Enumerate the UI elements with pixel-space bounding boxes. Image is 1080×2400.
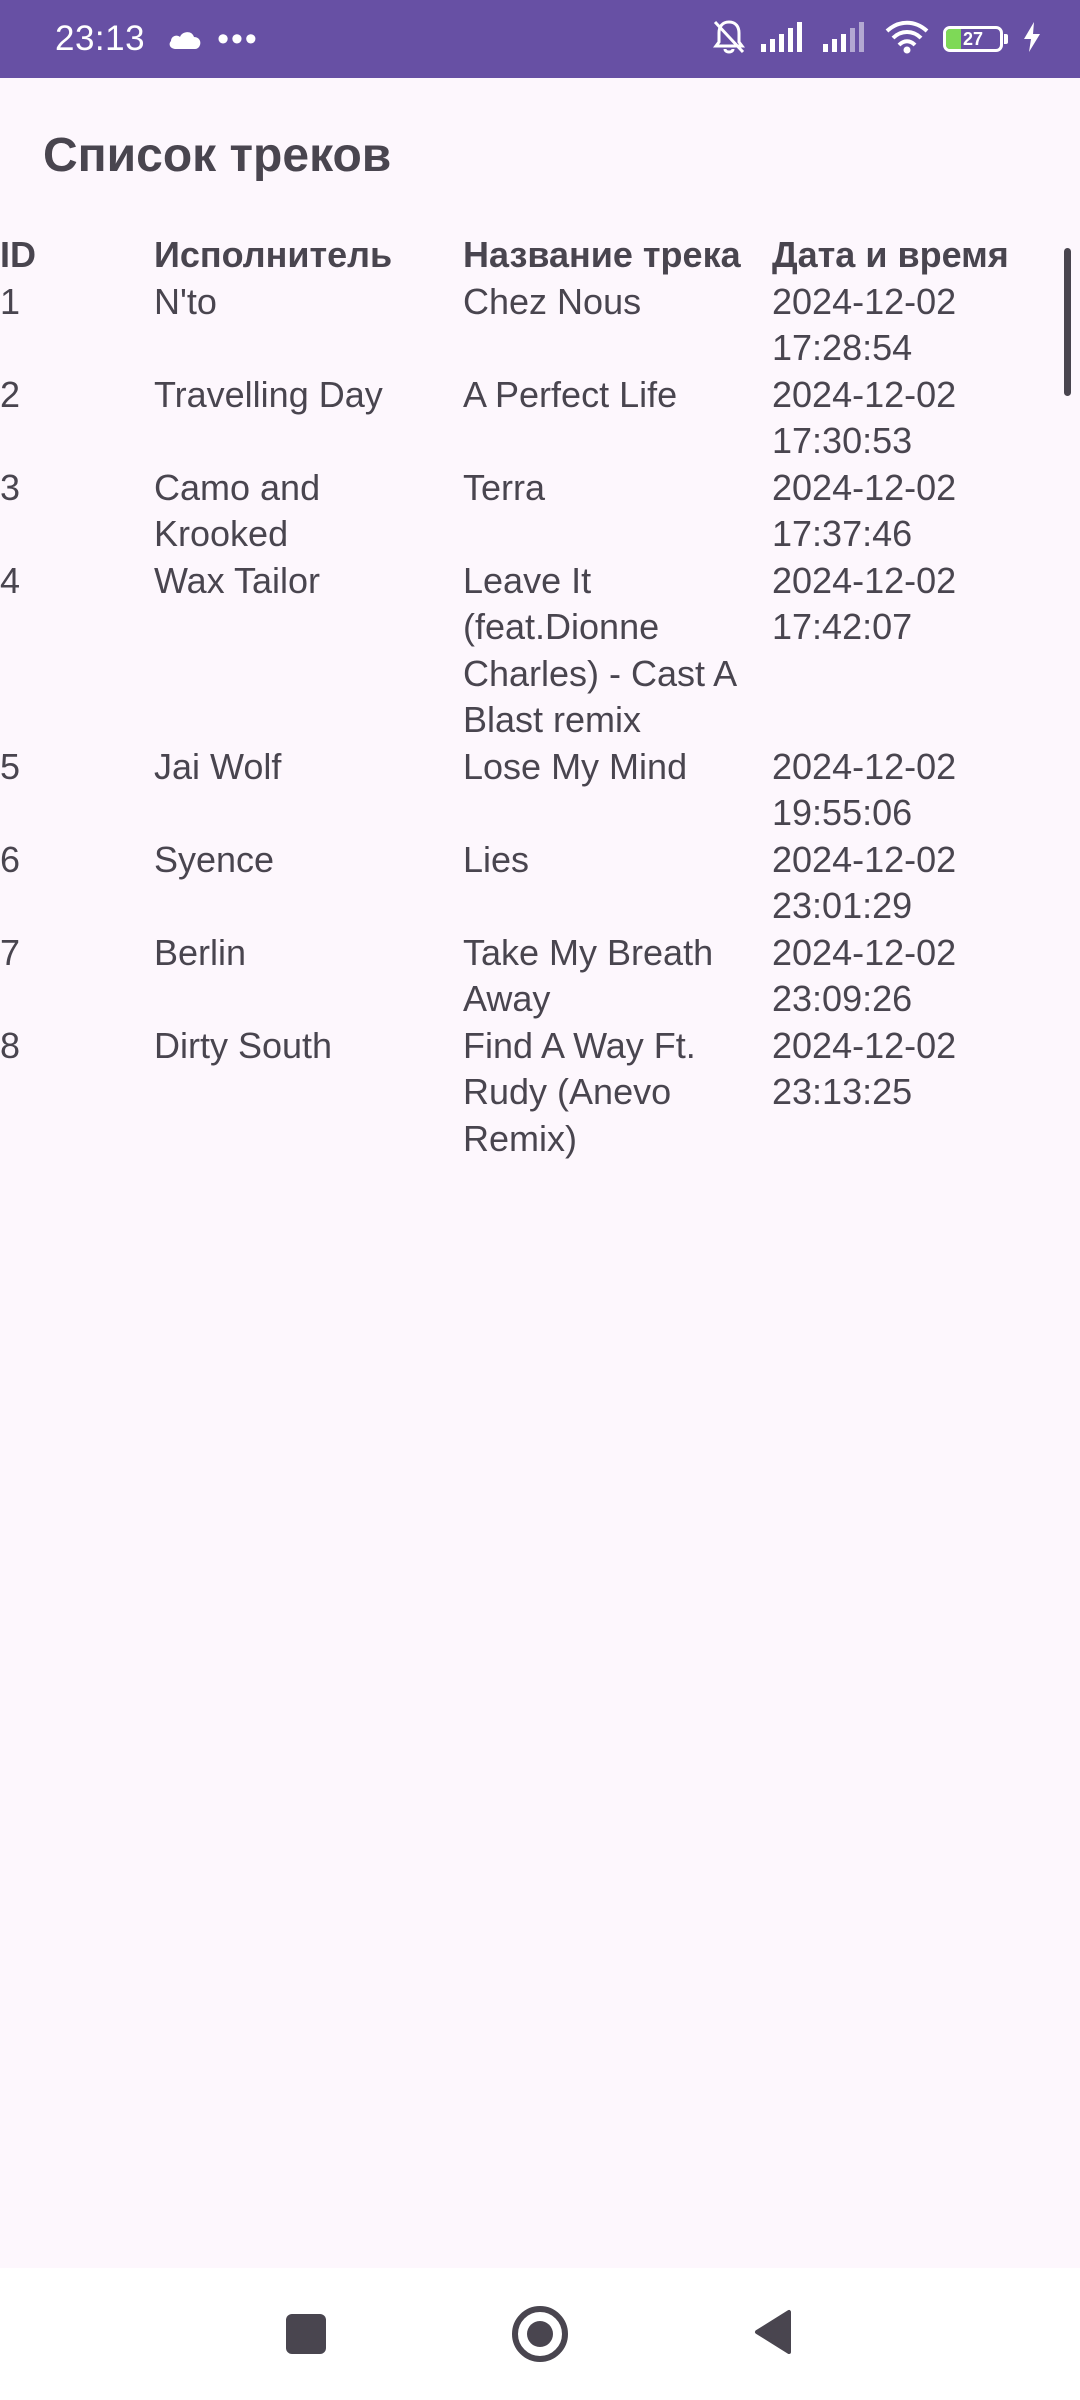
cell-time: 17:37:46	[772, 513, 913, 554]
cell-datetime: 2024-12-02 23:01:29	[772, 837, 1060, 930]
battery-body: 27	[943, 26, 1003, 52]
cell-date: 2024-12-02	[772, 559, 957, 601]
table-row: 5 Jai Wolf Lose My Mind 2024-12-02 19:55…	[0, 744, 1060, 837]
status-bar-right: 27	[697, 18, 1042, 61]
cell-id: 7	[0, 931, 21, 973]
cell-datetime: 2024-12-02 17:28:54	[772, 279, 1060, 372]
cell-id: 5	[0, 745, 21, 787]
table-row: 4 Wax Tailor Leave It (feat.Dionne Charl…	[0, 558, 1060, 744]
back-button[interactable]	[733, 2268, 813, 2400]
cell-time: 23:01:29	[772, 885, 913, 926]
header-id: ID	[0, 234, 36, 275]
table-row: 7 Berlin Take My Breath Away 2024-12-02 …	[0, 930, 1060, 1023]
battery-icon: 27	[943, 26, 1008, 52]
table-row: 2 Travelling Day A Perfect Life 2024-12-…	[0, 372, 1060, 465]
scrollbar-thumb[interactable]	[1064, 248, 1071, 396]
cell-artist: Wax Tailor	[154, 559, 321, 601]
cell-time: 17:42:07	[772, 606, 913, 647]
home-icon-dot	[527, 2321, 553, 2347]
header-title: Название трека	[463, 234, 741, 275]
recents-icon	[286, 2314, 326, 2354]
table-header-row: ID Исполнитель Название трека Дата и вре…	[0, 232, 1060, 279]
cell-title: A Perfect Life	[463, 373, 678, 415]
page-title: Список треков	[43, 129, 392, 182]
cell-artist: Dirty South	[154, 1024, 333, 1066]
signal-icon	[761, 21, 809, 57]
table-row: 6 Syence Lies 2024-12-02 23:01:29	[0, 837, 1060, 930]
cell-artist: Travelling Day	[154, 373, 383, 415]
cell-artist: Jai Wolf	[154, 745, 282, 787]
battery-percent: 27	[962, 28, 984, 49]
cell-datetime: 2024-12-02 17:30:53	[772, 372, 1060, 465]
header-artist: Исполнитель	[154, 234, 393, 275]
cell-datetime: 2024-12-02 19:55:06	[772, 744, 1060, 837]
cell-title: Lose My Mind	[463, 745, 688, 787]
cell-title: Take My Breath Away	[463, 931, 714, 1020]
cell-date: 2024-12-02	[772, 373, 957, 415]
cell-id: 4	[0, 559, 21, 601]
cell-time: 17:28:54	[772, 327, 913, 368]
cell-title: Lies	[463, 838, 530, 880]
battery-fill	[946, 29, 961, 49]
table-row: 8 Dirty South Find A Way Ft. Rudy (Anevo…	[0, 1023, 1060, 1163]
cell-id: 2	[0, 373, 21, 415]
cell-date: 2024-12-02	[772, 280, 957, 322]
cell-datetime: 2024-12-02 23:09:26	[772, 930, 1060, 1023]
cell-time: 23:13:25	[772, 1071, 913, 1112]
cell-datetime: 2024-12-02 17:37:46	[772, 465, 1060, 558]
battery-tip	[1004, 34, 1008, 44]
cell-date: 2024-12-02	[772, 466, 957, 508]
cell-artist: Syence	[154, 838, 275, 880]
table-row: 1 N'to Chez Nous 2024-12-02 17:28:54	[0, 279, 1060, 372]
cell-time: 19:55:06	[772, 792, 913, 833]
cell-id: 6	[0, 838, 21, 880]
cell-title: Chez Nous	[463, 280, 642, 322]
navigation-bar	[0, 2268, 1080, 2400]
cloud-icon	[167, 27, 203, 51]
cell-artist: Berlin	[154, 931, 247, 973]
cell-date: 2024-12-02	[772, 931, 957, 973]
table-row: 3 Camo and Krooked Terra 2024-12-02 17:3…	[0, 465, 1060, 558]
cell-title: Find A Way Ft. Rudy (Anevo Remix)	[463, 1024, 696, 1159]
home-icon	[512, 2306, 568, 2362]
cell-title: Leave It (feat.Dionne Charles) - Cast A …	[463, 559, 736, 741]
back-icon	[753, 2309, 793, 2360]
recents-button[interactable]	[266, 2268, 346, 2400]
cell-title: Terra	[463, 466, 546, 508]
track-table: ID Исполнитель Название трека Дата и вре…	[0, 232, 1060, 1162]
status-bar-left: 23:13 •••	[55, 19, 259, 59]
cell-date: 2024-12-02	[772, 745, 957, 787]
cell-artist: Camo and Krooked	[154, 466, 321, 555]
status-time: 23:13	[55, 19, 146, 58]
signal-icon-2	[823, 21, 871, 57]
cell-id: 1	[0, 280, 21, 322]
cell-date: 2024-12-02	[772, 1024, 957, 1066]
more-icon: •••	[217, 20, 259, 58]
cell-artist: N'to	[154, 280, 217, 322]
cell-id: 8	[0, 1024, 21, 1066]
mute-bell-icon	[711, 18, 747, 61]
cell-time: 17:30:53	[772, 420, 913, 461]
charging-icon	[1022, 21, 1042, 57]
status-bar: 23:13 ••• 27	[0, 0, 1080, 78]
cell-datetime: 2024-12-02 17:42:07	[772, 558, 1060, 651]
cell-date: 2024-12-02	[772, 838, 957, 880]
cell-id: 3	[0, 466, 21, 508]
header-datetime: Дата и время	[772, 234, 1009, 275]
home-button[interactable]	[500, 2268, 580, 2400]
wifi-icon	[885, 20, 929, 59]
cell-time: 23:09:26	[772, 978, 913, 1019]
cell-datetime: 2024-12-02 23:13:25	[772, 1023, 1060, 1116]
